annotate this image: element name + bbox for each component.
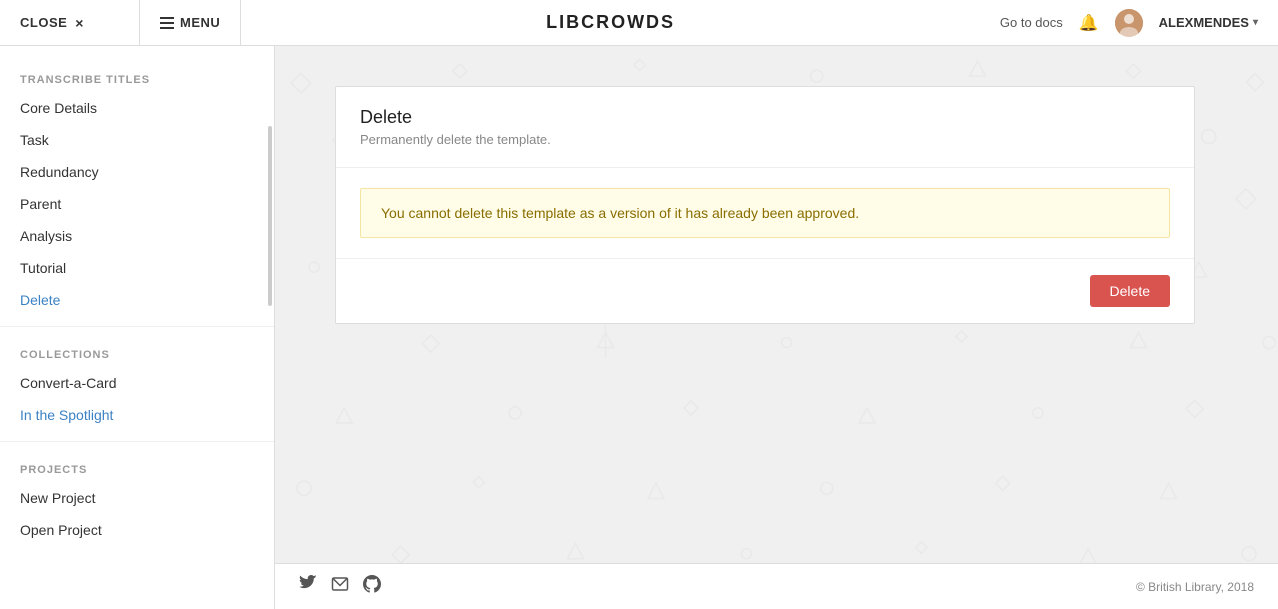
sidebar-item-analysis[interactable]: Analysis xyxy=(0,220,274,252)
sidebar-item-delete[interactable]: Delete xyxy=(0,284,274,316)
sidebar-section-transcribe: TRANSCRIBE TITLES xyxy=(0,62,274,92)
docs-link[interactable]: Go to docs xyxy=(1000,15,1063,30)
sidebar-item-convert-a-card[interactable]: Convert-a-Card xyxy=(0,367,274,399)
card-title: Delete xyxy=(360,107,1170,128)
sidebar-divider-1 xyxy=(0,326,274,327)
github-icon[interactable] xyxy=(363,575,381,598)
footer-copyright: © British Library, 2018 xyxy=(1136,580,1254,594)
delete-card: Delete Permanently delete the template. … xyxy=(335,86,1195,324)
menu-button[interactable]: MENU xyxy=(140,0,241,45)
content-area: Delete Permanently delete the template. … xyxy=(275,46,1278,364)
warning-message: You cannot delete this template as a ver… xyxy=(360,188,1170,238)
header: CLOSE × MENU LIBCROWDS Go to docs 🔔 ALEX… xyxy=(0,0,1278,46)
menu-lines-icon xyxy=(160,17,174,29)
delete-button[interactable]: Delete xyxy=(1090,275,1170,307)
card-footer: Delete xyxy=(336,258,1194,323)
close-button[interactable]: CLOSE × xyxy=(0,0,140,45)
footer-icons xyxy=(299,575,381,598)
card-subtitle: Permanently delete the template. xyxy=(360,132,1170,147)
sidebar-divider-2 xyxy=(0,441,274,442)
avatar xyxy=(1115,9,1143,37)
menu-label: MENU xyxy=(180,15,220,30)
close-label: CLOSE xyxy=(20,15,67,30)
sidebar-item-tutorial[interactable]: Tutorial xyxy=(0,252,274,284)
sidebar-item-redundancy[interactable]: Redundancy xyxy=(0,156,274,188)
sidebar-section-collections: COLLECTIONS xyxy=(0,337,274,367)
dropdown-caret-icon: ▾ xyxy=(1253,17,1258,28)
sidebar-item-open-project[interactable]: Open Project xyxy=(0,514,274,546)
main-footer: © British Library, 2018 xyxy=(275,563,1278,609)
sidebar-item-in-the-spotlight[interactable]: In the Spotlight xyxy=(0,399,274,431)
main-content: Delete Permanently delete the template. … xyxy=(275,46,1278,609)
header-right: Go to docs 🔔 ALEXMENDES ▾ xyxy=(980,9,1278,37)
sidebar-section-projects: PROJECTS xyxy=(0,452,274,482)
sidebar-item-new-project[interactable]: New Project xyxy=(0,482,274,514)
sidebar-scrollbar[interactable] xyxy=(268,126,272,306)
sidebar-item-parent[interactable]: Parent xyxy=(0,188,274,220)
close-icon: × xyxy=(75,15,84,31)
bell-icon[interactable]: 🔔 xyxy=(1079,13,1099,33)
card-body: You cannot delete this template as a ver… xyxy=(336,168,1194,258)
sidebar: TRANSCRIBE TITLES Core Details Task Redu… xyxy=(0,46,275,609)
avatar-icon xyxy=(1115,9,1143,37)
card-header: Delete Permanently delete the template. xyxy=(336,87,1194,168)
twitter-icon[interactable] xyxy=(299,575,317,598)
body: TRANSCRIBE TITLES Core Details Task Redu… xyxy=(0,46,1278,609)
username-menu[interactable]: ALEXMENDES ▾ xyxy=(1159,15,1258,30)
brand-logo: LIBCROWDS xyxy=(241,12,980,33)
username-label: ALEXMENDES xyxy=(1159,15,1249,30)
email-icon[interactable] xyxy=(331,575,349,598)
sidebar-item-core-details[interactable]: Core Details xyxy=(0,92,274,124)
sidebar-item-task[interactable]: Task xyxy=(0,124,274,156)
